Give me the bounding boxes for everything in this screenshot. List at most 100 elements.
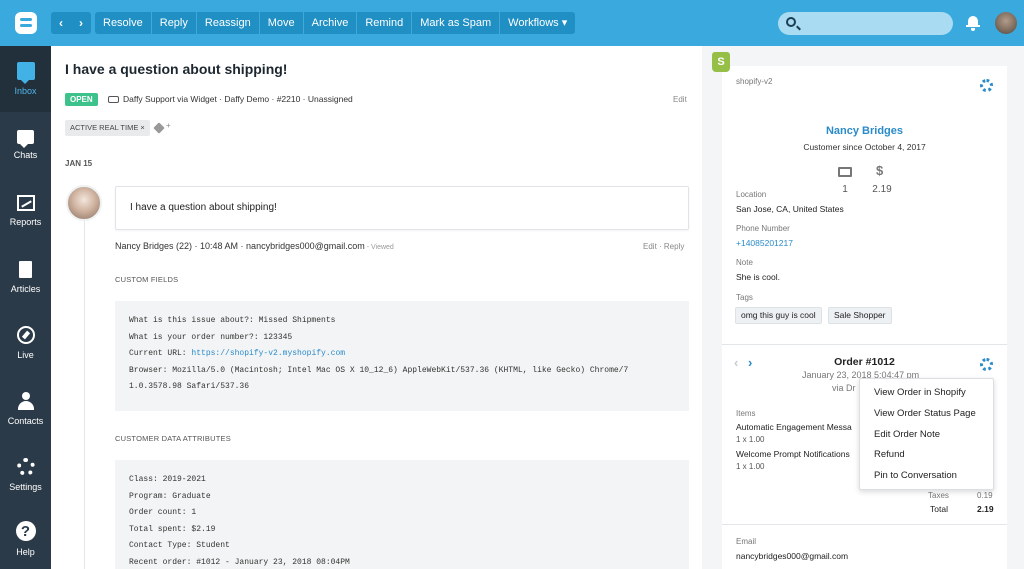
total-spent: 2.19 xyxy=(872,184,892,195)
note-label: Note xyxy=(736,258,753,267)
resolve-button[interactable]: Resolve xyxy=(95,12,152,34)
sidebar-item-chats[interactable]: Chats xyxy=(0,112,51,178)
customer-data-line: Contact Type: Student xyxy=(129,541,230,550)
conversation-meta-text: Daffy Support via Widget · Daffy Demo · … xyxy=(123,94,353,104)
customer-data-box: Class: 2019-2021 Program: Graduate Order… xyxy=(115,460,689,569)
custom-field-line: 1.0.3578.98 Safari/537.36 xyxy=(129,382,250,391)
sidebar-item-inbox[interactable]: Inbox xyxy=(0,46,51,112)
user-avatar[interactable] xyxy=(995,12,1017,34)
move-button[interactable]: Move xyxy=(260,12,304,34)
custom-field-line: What is this issue about?: Missed Shipme… xyxy=(129,316,336,325)
item-name: Welcome Prompt Notifications xyxy=(736,449,850,459)
message-actions[interactable]: Edit · Reply xyxy=(643,242,684,251)
nav-arrows: ‹ › xyxy=(51,12,91,34)
customer-data-title: CUSTOMER DATA ATTRIBUTES xyxy=(115,434,231,443)
sidebar-item-label: Chats xyxy=(13,150,38,160)
sidebar-item-settings[interactable]: Settings xyxy=(0,442,51,508)
sidebar-item-contacts[interactable]: Contacts xyxy=(0,376,51,442)
tag-chip[interactable]: ACTIVE REAL TIME × xyxy=(65,120,150,136)
mark-as-spam-button[interactable]: Mark as Spam xyxy=(412,12,501,34)
contacts-icon xyxy=(17,392,35,410)
search-input[interactable] xyxy=(802,12,947,35)
search-icon xyxy=(786,17,796,27)
notifications-bell-icon[interactable] xyxy=(966,15,980,31)
order-source: via Dr xyxy=(832,383,856,393)
customer-gear-icon[interactable] xyxy=(980,79,993,92)
status-badge[interactable]: OPEN xyxy=(65,93,98,106)
add-tag-icon[interactable] xyxy=(155,121,171,133)
sidebar-item-live[interactable]: Live xyxy=(0,310,51,376)
divider xyxy=(722,344,1007,345)
reply-button[interactable]: Reply xyxy=(152,12,197,34)
items-label: Items xyxy=(736,409,756,418)
store-name: shopify-v2 xyxy=(736,77,773,86)
sidebar-item-label: Help xyxy=(16,547,35,557)
customer-data-line: Class: 2019-2021 xyxy=(129,475,206,484)
widget-icon xyxy=(108,95,119,103)
remind-button[interactable]: Remind xyxy=(357,12,413,34)
sidebar-item-label: Reports xyxy=(9,217,42,227)
customer-data-line: Total spent: $2.19 xyxy=(129,524,216,534)
sidebar-item-label: Settings xyxy=(9,482,42,492)
menu-item-refund[interactable]: Refund xyxy=(860,445,993,466)
customer-sidebar: shopify-v2 Nancy Bridges Customer since … xyxy=(702,46,1024,569)
customer-tag[interactable]: omg this guy is cool xyxy=(735,307,822,324)
message-bubble: I have a question about shipping! xyxy=(115,186,689,230)
logo-icon xyxy=(14,12,37,34)
articles-icon xyxy=(19,260,32,278)
sidebar-item-articles[interactable]: Articles xyxy=(0,244,51,310)
location-value: San Jose, CA, United States xyxy=(736,204,844,214)
compass-icon xyxy=(16,326,35,344)
search-box xyxy=(778,12,953,35)
archive-button[interactable]: Archive xyxy=(304,12,358,34)
tags-label: Tags xyxy=(736,293,753,302)
menu-item-view-order-status-page[interactable]: View Order Status Page xyxy=(860,404,993,425)
app-logo[interactable] xyxy=(0,0,51,46)
menu-item-pin-to-conversation[interactable]: Pin to Conversation xyxy=(860,466,993,487)
total-value: 2.19 xyxy=(977,504,994,514)
taxes-value: 0.19 xyxy=(977,491,993,500)
date-header: JAN 15 xyxy=(65,159,93,168)
phone-label: Phone Number xyxy=(736,224,790,233)
sidebar-item-reports[interactable]: Reports xyxy=(0,178,51,244)
menu-item-edit-order-note[interactable]: Edit Order Note xyxy=(860,425,993,446)
custom-field-label: Current URL: xyxy=(129,349,192,358)
item-name: Automatic Engagement Messa xyxy=(736,422,852,432)
sidebar-item-label: Articles xyxy=(10,283,41,294)
sidebar-item-help[interactable]: ? Help xyxy=(0,506,51,569)
reassign-button[interactable]: Reassign xyxy=(197,12,260,34)
custom-field-line: What is your order number?: 123345 xyxy=(129,332,293,342)
customer-name[interactable]: Nancy Bridges xyxy=(722,125,1007,137)
phone-link[interactable]: +14085201217 xyxy=(736,238,793,248)
item-qty: 1 x 1.00 xyxy=(736,462,765,471)
sidebar-nav: Inbox Chats Reports Articles Live Contac… xyxy=(0,46,51,569)
reports-icon xyxy=(16,195,35,211)
sidebar-item-label: Live xyxy=(17,350,34,360)
viewed-indicator: - Viewed xyxy=(364,244,394,251)
edit-conversation-link[interactable]: Edit xyxy=(673,95,687,104)
thread-line xyxy=(84,221,85,569)
customer-since: Customer since October 4, 2017 xyxy=(803,142,926,152)
taxes-label: Taxes xyxy=(928,491,949,500)
next-button[interactable]: › xyxy=(71,12,91,34)
menu-item-view-order-in-shopify[interactable]: View Order in Shopify xyxy=(860,383,993,404)
customer-data-line: Recent order: #1012 - January 23, 2018 0… xyxy=(129,557,350,567)
current-url-link[interactable]: https://shopify-v2.myshopify.com xyxy=(191,349,345,358)
previous-button[interactable]: ‹ xyxy=(51,12,71,34)
customer-tag[interactable]: Sale Shopper xyxy=(828,307,892,324)
order-gear-icon[interactable] xyxy=(980,358,993,371)
avatar xyxy=(66,185,102,221)
dollar-icon: $ xyxy=(876,163,884,178)
custom-fields-box: What is this issue about?: Missed Shipme… xyxy=(115,301,689,411)
divider xyxy=(722,524,1007,525)
workflows-dropdown[interactable]: Workflows ▾ xyxy=(500,12,575,34)
sidebar-item-label: Contacts xyxy=(7,416,44,426)
conversation-subject: I have a question about shipping! xyxy=(65,61,288,77)
help-icon: ? xyxy=(15,521,36,541)
total-label: Total xyxy=(930,504,948,514)
message-text: I have a question about shipping! xyxy=(130,202,277,213)
orders-count: 1 xyxy=(842,184,848,195)
item-qty: 1 x 1.00 xyxy=(736,435,765,444)
orders-icon xyxy=(838,167,852,177)
order-title[interactable]: Order #1012 xyxy=(722,356,1007,368)
